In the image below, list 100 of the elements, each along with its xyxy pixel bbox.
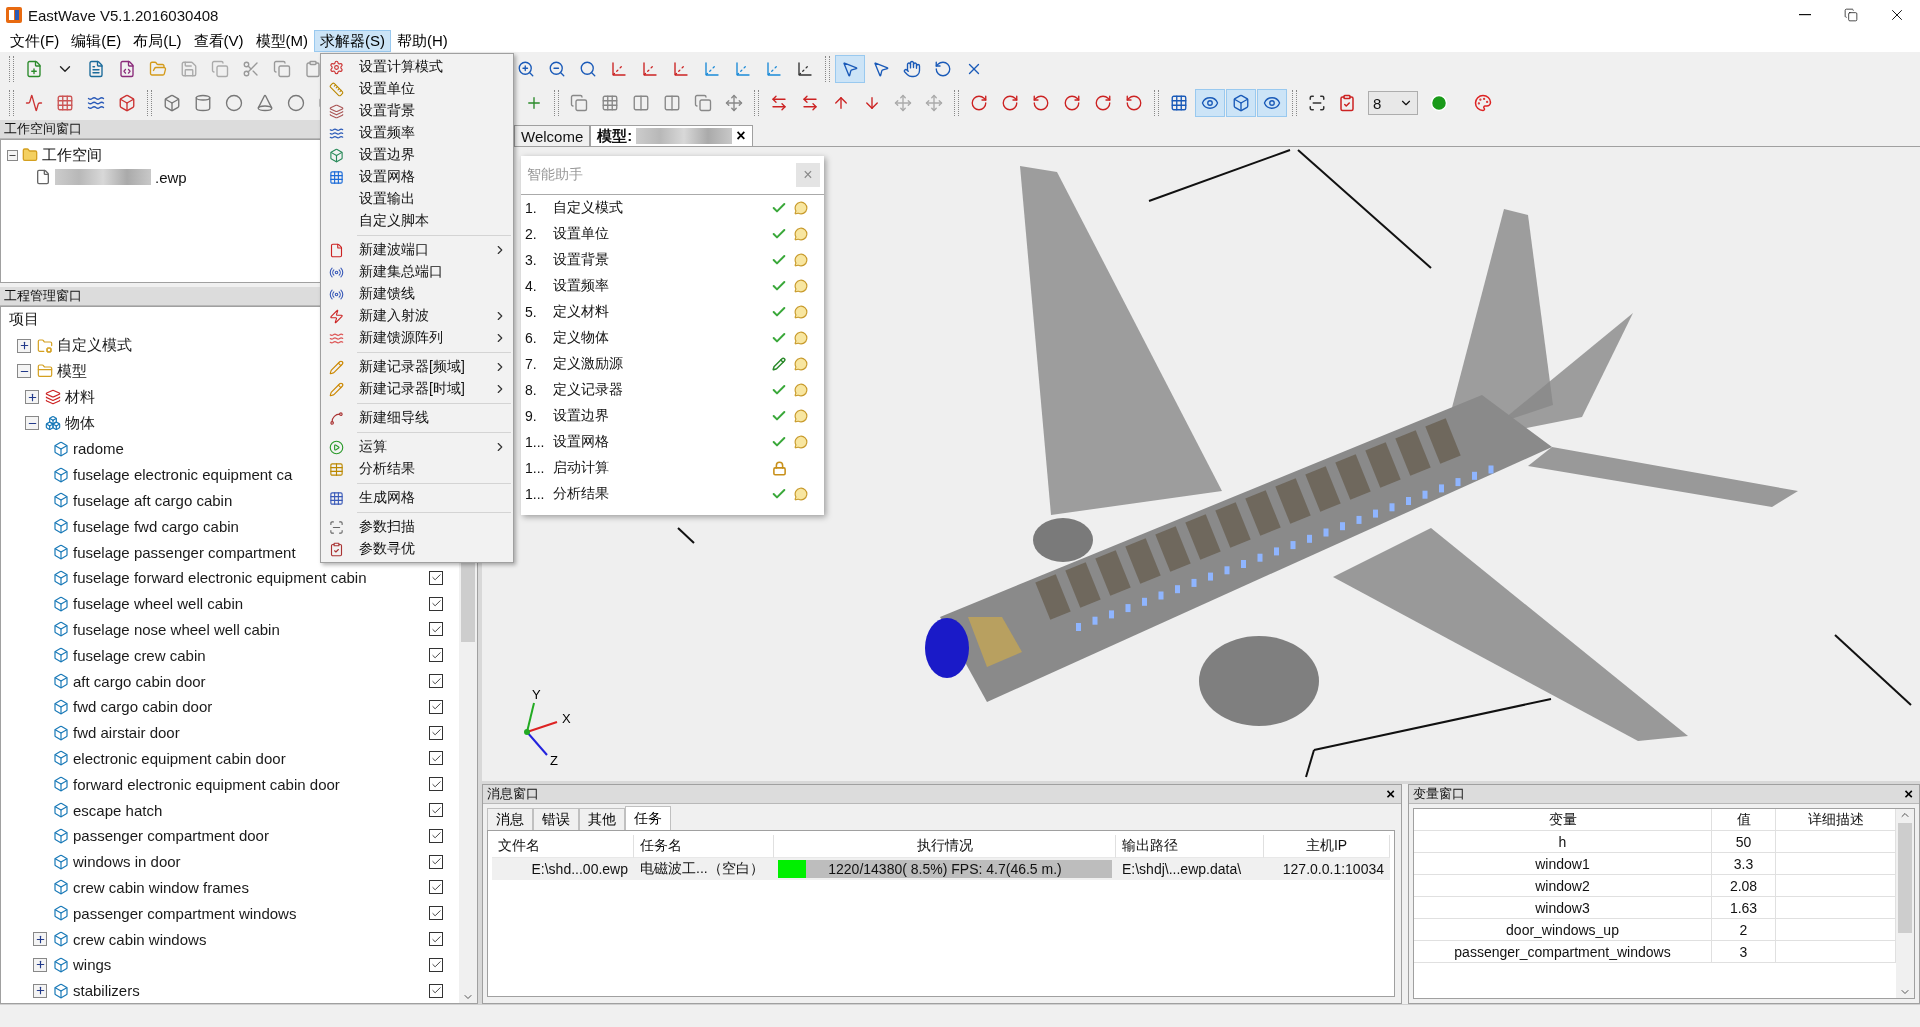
menu-entry[interactable]: 设置计算模式 [321,56,513,78]
tree-item[interactable]: fuselage forward electronic equipment cabin [73,569,367,587]
tree-item[interactable]: fwd cargo cabin door [73,698,213,716]
tree-item[interactable]: crew cabin windows [73,930,207,948]
step-link[interactable]: 定义物体 [553,329,768,347]
file-name[interactable]: .ewp [155,168,187,186]
step-link[interactable]: 分析结果 [553,485,768,503]
column-header[interactable]: 值 [1712,809,1776,831]
menu-entry[interactable]: 新建记录器[时域] [321,378,513,400]
close-button[interactable]: × [1384,786,1397,802]
step-link[interactable]: 定义记录器 [553,381,768,399]
tree-item[interactable]: 工作空间 [42,145,102,165]
checkbox[interactable] [429,932,443,946]
menu-item[interactable]: 帮助(H) [391,30,454,52]
menu-item[interactable]: 查看(V) [187,30,250,52]
comment-icon[interactable] [794,357,808,371]
tree-item[interactable]: wings [73,956,112,974]
comment-icon[interactable] [794,253,808,267]
menu-entry[interactable]: 自定义脚本 [321,210,513,232]
tab[interactable]: 任务 [625,806,671,830]
tree-item[interactable]: radome [73,440,124,458]
tree-item[interactable]: escape hatch [73,801,163,819]
tree-item[interactable]: fuselage nose wheel well cabin [73,620,280,638]
menu-entry[interactable]: 新建集总端口 [321,261,513,283]
step-link[interactable]: 自定义模式 [553,199,768,217]
comment-icon[interactable] [794,305,808,319]
comment-icon[interactable] [794,331,808,345]
expand-toggle[interactable] [33,932,47,946]
checkbox[interactable] [429,751,443,766]
scrollbar-thumb[interactable] [1898,823,1912,933]
checkbox[interactable] [429,828,443,843]
checkbox[interactable] [429,803,443,818]
checkbox[interactable] [429,906,443,921]
expand-toggle[interactable] [17,338,31,353]
step-link[interactable]: 启动计算 [553,459,768,477]
step-link[interactable]: 设置频率 [553,277,768,295]
checkbox[interactable] [429,725,443,740]
menu-entry[interactable]: 运算 [321,436,513,458]
comment-icon[interactable] [794,279,808,293]
checkbox[interactable] [429,648,443,663]
tree-item[interactable]: fuselage crew cabin [73,646,206,664]
tab[interactable]: 其他 [579,808,625,830]
menu-entry[interactable]: 设置输出 [321,188,513,210]
checkbox[interactable] [429,699,443,714]
step-link[interactable]: 定义激励源 [553,355,768,373]
step-link[interactable]: 设置单位 [553,225,768,243]
collapse-toggle[interactable] [25,416,39,431]
comment-icon[interactable] [794,409,808,423]
tab[interactable]: 错误 [533,808,579,830]
tree-item[interactable]: 模型 [57,362,87,381]
menu-entry[interactable]: 设置背景 [321,100,513,122]
menu-entry[interactable]: 新建馈线 [321,283,513,305]
step-link[interactable]: 设置背景 [553,251,768,269]
expand-toggle[interactable] [25,390,39,405]
column-header[interactable]: 变量 [1414,809,1712,831]
menu-entry[interactable]: 设置网格 [321,166,513,188]
menu-entry[interactable]: 新建记录器[频域] [321,356,513,378]
tree-item[interactable]: fuselage wheel well cabin [73,595,244,613]
expand-toggle[interactable] [33,983,47,998]
checkbox[interactable] [429,674,443,689]
tab[interactable]: 消息 [487,808,533,830]
document-tab[interactable]: 模型: × [590,125,753,146]
menu-entry[interactable]: 设置单位 [321,78,513,100]
tab-close-button[interactable]: × [736,128,746,144]
menu-entry[interactable]: 分析结果 [321,458,513,480]
comment-icon[interactable] [794,435,808,449]
checkbox[interactable] [429,570,443,585]
collapse-toggle[interactable] [17,364,31,379]
tree-item[interactable]: 物体 [65,413,95,433]
checkbox[interactable] [429,854,443,869]
grid-dropdown[interactable]: 8 [1368,91,1418,115]
menu-entry[interactable]: 新建波端口 [321,239,513,261]
comment-icon[interactable] [794,487,808,501]
checkbox[interactable] [429,596,443,611]
menu-entry[interactable]: 参数扫描 [321,516,513,538]
menu-entry[interactable]: 设置边界 [321,144,513,166]
menu-entry[interactable]: 参数寻优 [321,538,513,560]
tree-item[interactable]: passenger compartment door [73,827,269,845]
comment-icon[interactable] [794,383,808,397]
document-tab[interactable]: Welcome [514,125,591,146]
close-button[interactable]: × [1902,786,1915,802]
checkbox[interactable] [429,957,443,972]
tree-item[interactable]: fuselage passenger compartment [73,543,296,561]
tree-item[interactable]: fuselage fwd cargo cabin [73,517,239,535]
checkbox[interactable] [429,622,443,637]
tree-item[interactable]: aft cargo cabin door [73,672,206,690]
menu-entry[interactable]: 新建细导线 [321,407,513,429]
toolbar-button[interactable] [1226,89,1256,117]
checkbox[interactable] [429,777,443,792]
step-link[interactable]: 设置网格 [553,433,768,451]
toolbar-button[interactable] [835,55,865,83]
menu-entry[interactable]: 新建入射波 [321,305,513,327]
menu-item[interactable]: 文件(F) [4,30,66,52]
comment-icon[interactable] [794,227,808,241]
tree-item[interactable]: stabilizers [73,982,140,1000]
menu-entry[interactable]: 新建馈源阵列 [321,327,513,349]
tree-item[interactable]: electronic equipment cabin door [73,749,286,767]
menu-item[interactable]: 求解器(S) [314,30,391,52]
menu-item[interactable]: 模型(M) [249,30,314,52]
expand-toggle[interactable] [33,957,47,972]
